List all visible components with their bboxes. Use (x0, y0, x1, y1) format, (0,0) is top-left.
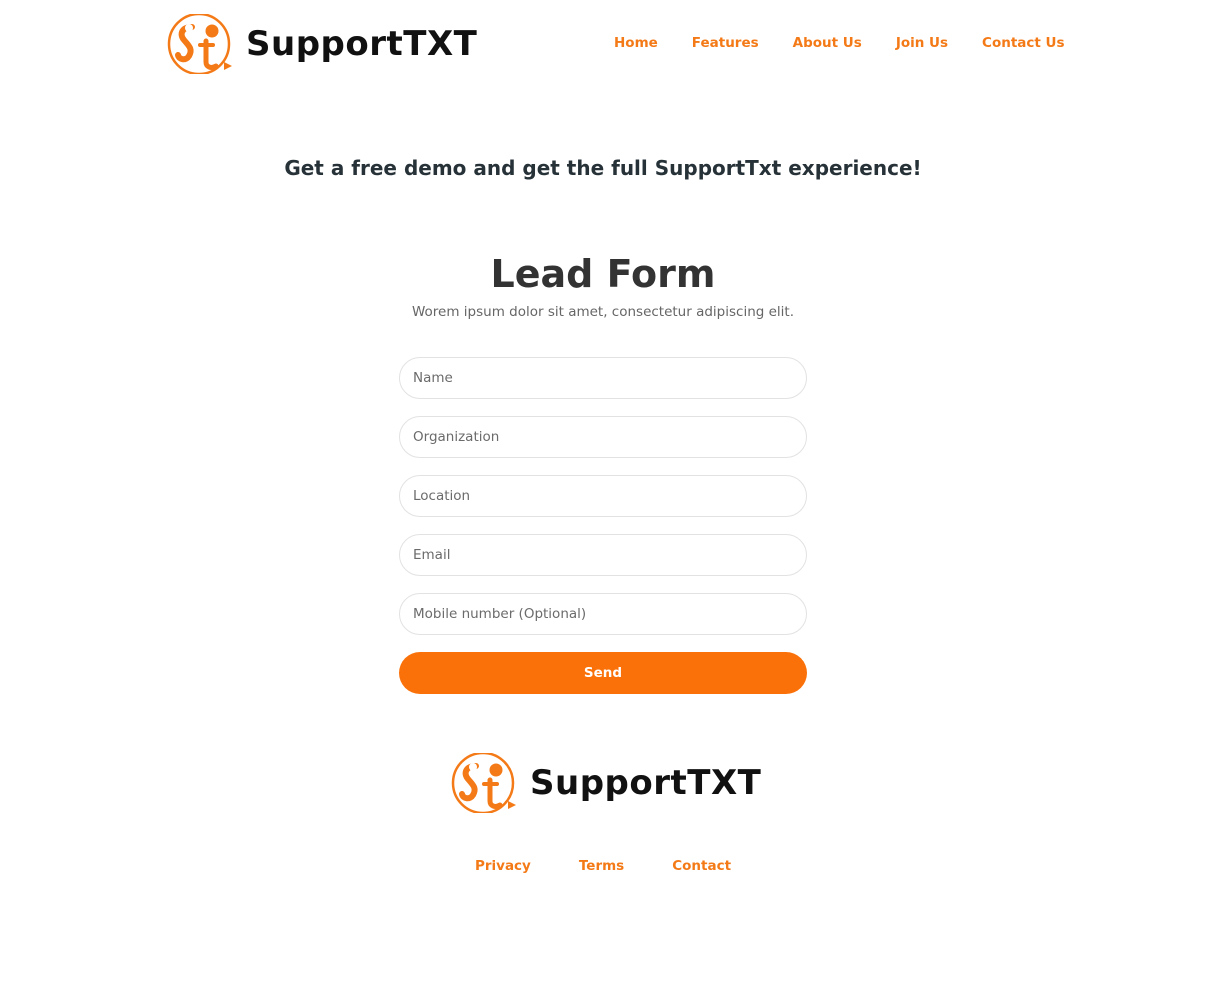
brand-name: SupportTXT (246, 24, 478, 64)
nav-features[interactable]: Features (692, 34, 759, 52)
mobile-number-input[interactable] (399, 593, 807, 635)
nav-home[interactable]: Home (614, 34, 658, 52)
location-input[interactable] (399, 475, 807, 517)
lead-form: Send (399, 357, 807, 694)
name-input[interactable] (399, 357, 807, 399)
organization-input[interactable] (399, 416, 807, 458)
send-button[interactable]: Send (399, 652, 807, 694)
form-title: Lead Form (490, 252, 716, 296)
footer-link-contact[interactable]: Contact (672, 858, 731, 874)
nav-contact-us[interactable]: Contact Us (982, 34, 1065, 52)
nav-about-us[interactable]: About Us (793, 34, 862, 52)
footer-brand-name: SupportTXT (530, 763, 762, 803)
header-logo[interactable]: SupportTXT (166, 14, 477, 74)
footer-link-terms[interactable]: Terms (579, 858, 624, 874)
tagline: Get a free demo and get the full Support… (284, 156, 922, 180)
email-input[interactable] (399, 534, 807, 576)
footer-nav: Privacy Terms Contact (0, 858, 1206, 874)
nav-join-us[interactable]: Join Us (896, 34, 948, 52)
supporttxt-logo-icon (451, 753, 516, 813)
footer-link-privacy[interactable]: Privacy (475, 858, 531, 874)
main-nav: Home Features About Us Join Us Contact U… (614, 34, 1065, 52)
supporttxt-logo-icon (167, 14, 232, 74)
site-header: SupportTXT Home Features About Us Join U… (0, 0, 1206, 90)
footer-logo[interactable]: SupportTXT (450, 753, 761, 813)
form-subtitle: Worem ipsum dolor sit amet, consectetur … (411, 304, 795, 320)
